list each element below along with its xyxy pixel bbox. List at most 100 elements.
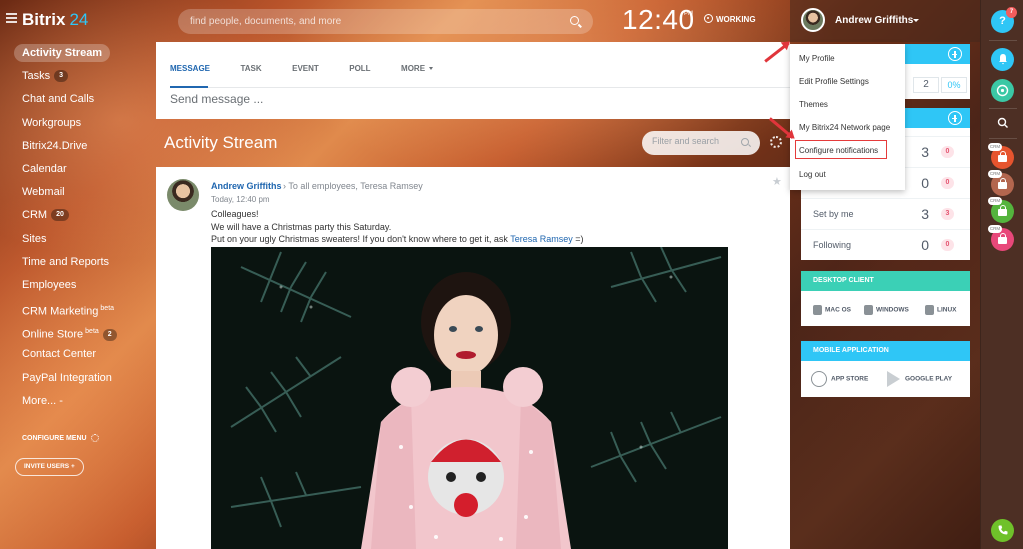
menu-item-log-out[interactable]: Log out bbox=[799, 170, 826, 179]
gear-icon bbox=[90, 434, 99, 442]
sidebar-item-label: CRM Marketing bbox=[22, 305, 99, 318]
configure-menu-button[interactable]: CONFIGURE MENU bbox=[22, 434, 99, 442]
sidebar-item-calendar[interactable]: Calendar bbox=[0, 158, 150, 181]
sidebar-item-label: Activity Stream bbox=[14, 44, 111, 62]
crm-contact-avatar[interactable]: CRM bbox=[988, 170, 1014, 196]
call-button[interactable] bbox=[991, 519, 1014, 542]
filter-input[interactable] bbox=[652, 136, 737, 146]
chat-button[interactable] bbox=[991, 79, 1014, 102]
tab-task[interactable]: TASK bbox=[240, 64, 261, 73]
help-button[interactable]: ? 7 bbox=[991, 7, 1017, 33]
user-menu-button[interactable]: Andrew Griffiths bbox=[790, 0, 980, 42]
sidebar-item-label: PayPal Integration bbox=[22, 371, 112, 384]
search-input[interactable] bbox=[190, 13, 550, 30]
task-row-badge: 0 bbox=[941, 146, 954, 158]
sidebar-item-workgroups[interactable]: Workgroups bbox=[0, 112, 150, 135]
post-image[interactable] bbox=[211, 247, 728, 549]
macos-link[interactable]: MAC OS bbox=[813, 305, 851, 315]
counter-percent: 0% bbox=[941, 77, 967, 93]
menu-item-network-page[interactable]: My Bitrix24 Network page bbox=[799, 123, 890, 132]
destination-label: To all employees, Teresa Ramsey bbox=[288, 181, 423, 191]
sidebar-item-crm[interactable]: CRM 20 bbox=[0, 204, 150, 227]
menu-toggle-icon[interactable] bbox=[6, 13, 17, 23]
crm-tag: CRM bbox=[988, 225, 1002, 233]
search-button[interactable] bbox=[991, 112, 1014, 135]
sidebar-item-online-store[interactable]: Online Store beta 2 bbox=[0, 320, 150, 343]
sidebar-item-bitrix24-drive[interactable]: Bitrix24.Drive bbox=[0, 135, 150, 158]
star-icon[interactable]: ★ bbox=[772, 175, 782, 188]
sidebar-item-time-and-reports[interactable]: Time and Reports bbox=[0, 251, 150, 274]
post-composer: MESSAGE TASK EVENT POLL MORE Send messag… bbox=[156, 42, 790, 119]
tab-event[interactable]: EVENT bbox=[292, 64, 319, 73]
desktop-client-title: DESKTOP CLIENT bbox=[801, 271, 970, 291]
crm-contact-avatar[interactable]: CRM bbox=[988, 225, 1014, 251]
sidebar-item-label: Sites bbox=[22, 232, 47, 245]
composer-tabs: MESSAGE TASK EVENT POLL MORE bbox=[170, 58, 790, 88]
work-status[interactable]: WORKING bbox=[704, 14, 756, 24]
sidebar-item-sites[interactable]: Sites bbox=[0, 228, 150, 251]
status-label: WORKING bbox=[716, 15, 756, 24]
post-author[interactable]: Andrew Griffiths bbox=[211, 181, 282, 191]
notifications-button[interactable] bbox=[991, 48, 1014, 71]
tab-message[interactable]: MESSAGE bbox=[170, 64, 210, 73]
task-row-count: 0 bbox=[921, 175, 929, 191]
mobile-app-widget: MOBILE APPLICATION APP STORE GOOGLE PLAY bbox=[801, 341, 970, 397]
crm-contact-avatar[interactable]: CRM bbox=[988, 143, 1014, 169]
tab-more[interactable]: MORE bbox=[401, 64, 434, 73]
sidebar-item-paypal-integration[interactable]: PayPal Integration bbox=[0, 367, 150, 390]
lock-icon bbox=[998, 178, 1007, 189]
search-icon[interactable] bbox=[741, 138, 749, 146]
sidebar-item-contact-center[interactable]: Contact Center bbox=[0, 343, 150, 366]
crm-tag: CRM bbox=[988, 170, 1002, 178]
sidebar-item-tasks[interactable]: Tasks 3 bbox=[0, 65, 150, 88]
help-icon: ? bbox=[999, 15, 1006, 27]
linux-link[interactable]: LINUX bbox=[925, 305, 957, 315]
chevron-down-icon bbox=[913, 19, 919, 22]
add-icon[interactable] bbox=[948, 47, 962, 61]
tab-more-label: MORE bbox=[401, 64, 426, 73]
menu-item-themes[interactable]: Themes bbox=[799, 100, 828, 109]
left-menu: Activity Stream Tasks 3 Chat and Calls Workg… bbox=[0, 42, 150, 413]
sidebar-item-label: Employees bbox=[22, 278, 77, 291]
tab-poll[interactable]: POLL bbox=[349, 64, 370, 73]
invite-users-button[interactable]: INVITE USERS + bbox=[15, 458, 84, 476]
windows-link[interactable]: WINDOWS bbox=[864, 305, 909, 315]
message-input[interactable]: Send message ... bbox=[170, 92, 263, 106]
global-search bbox=[178, 9, 593, 34]
menu-item-my-profile[interactable]: My Profile bbox=[799, 54, 835, 63]
add-icon[interactable] bbox=[948, 111, 962, 125]
task-row[interactable]: Following 0 0 bbox=[801, 229, 970, 259]
lock-icon bbox=[998, 151, 1007, 162]
sidebar-item-employees[interactable]: Employees bbox=[0, 274, 150, 297]
app-store-link[interactable]: APP STORE bbox=[811, 371, 868, 387]
gear-icon[interactable] bbox=[770, 136, 782, 148]
sidebar-item-activity-stream[interactable]: Activity Stream bbox=[0, 42, 150, 65]
chat-icon bbox=[996, 84, 1009, 97]
post-line-text: Put on your ugly Christmas sweaters! If … bbox=[211, 234, 511, 244]
post-date[interactable]: Today, 12:40 pm bbox=[211, 195, 270, 204]
sidebar-item-crm-marketing[interactable]: CRM Marketing beta bbox=[0, 297, 150, 320]
sidebar-item-webmail[interactable]: Webmail bbox=[0, 181, 150, 204]
sidebar-item-more[interactable]: More... - bbox=[0, 390, 150, 413]
crm-contact-avatar[interactable]: CRM bbox=[988, 197, 1014, 223]
top-header: Bitrix24 12:40 PM WORKING Andrew Griffit… bbox=[0, 0, 980, 42]
logo[interactable]: Bitrix 24 bbox=[22, 10, 88, 30]
search-icon[interactable] bbox=[570, 16, 579, 25]
task-row[interactable]: Set by me 3 3 bbox=[801, 198, 970, 228]
menu-item-edit-profile[interactable]: Edit Profile Settings bbox=[799, 77, 869, 86]
avatar bbox=[801, 8, 825, 32]
avatar[interactable] bbox=[167, 179, 199, 211]
platform-label: LINUX bbox=[937, 306, 957, 314]
post-line-text: =) bbox=[572, 234, 584, 244]
mobile-app-title: MOBILE APPLICATION bbox=[801, 341, 970, 361]
sidebar-item-label: Bitrix24.Drive bbox=[22, 139, 88, 152]
feed-post: Andrew Griffiths › To all employees, Ter… bbox=[156, 167, 790, 549]
clock-ampm: PM bbox=[684, 11, 693, 17]
mention-link[interactable]: Teresa Ramsey bbox=[510, 234, 573, 244]
post-body: Colleagues! We will have a Christmas par… bbox=[211, 208, 584, 246]
sidebar-item-chat-and-calls[interactable]: Chat and Calls bbox=[0, 88, 150, 111]
sidebar-item-label: Workgroups bbox=[22, 116, 82, 129]
beta-label: beta bbox=[85, 328, 99, 336]
store-label: GOOGLE PLAY bbox=[905, 375, 953, 383]
google-play-link[interactable]: GOOGLE PLAY bbox=[887, 371, 952, 387]
